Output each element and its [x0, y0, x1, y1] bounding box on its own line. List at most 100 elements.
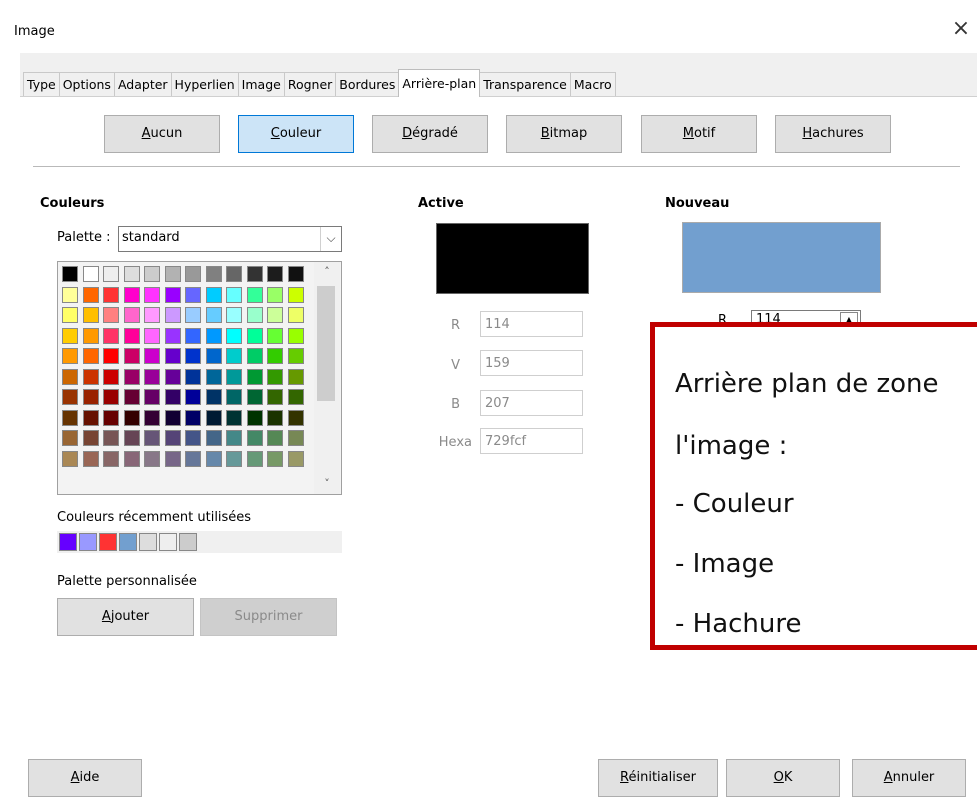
tab-options[interactable]: Options [58, 72, 115, 96]
ok-button[interactable]: OK [726, 759, 840, 797]
palette-swatch[interactable] [62, 430, 78, 446]
palette-swatch[interactable] [123, 430, 140, 446]
palette-swatch[interactable] [103, 307, 119, 323]
palette-swatch[interactable] [164, 307, 181, 323]
palette-swatch[interactable] [267, 286, 283, 303]
palette-swatch[interactable] [185, 430, 201, 446]
palette-swatch[interactable] [205, 307, 222, 323]
color-button[interactable]: Couleur [238, 115, 354, 153]
palette-swatch[interactable] [82, 348, 99, 364]
palette-swatch[interactable] [205, 450, 222, 467]
help-button[interactable]: Aide [28, 759, 142, 797]
palette-swatch[interactable] [185, 409, 201, 426]
palette-swatch[interactable] [185, 327, 201, 344]
palette-swatch[interactable] [287, 286, 304, 303]
palette-swatch[interactable] [82, 389, 99, 405]
tab-arriere-plan[interactable]: Arrière-plan [398, 69, 481, 97]
palette-swatch[interactable] [267, 450, 283, 467]
palette-swatch[interactable] [62, 286, 78, 303]
palette-swatch[interactable] [103, 450, 119, 467]
palette-swatch[interactable] [103, 389, 119, 405]
palette-swatch[interactable] [123, 327, 140, 344]
palette-swatch[interactable] [205, 348, 222, 364]
palette-swatch[interactable] [226, 307, 242, 323]
add-button[interactable]: Ajouter [57, 598, 194, 636]
palette-swatch[interactable] [123, 307, 140, 323]
scrollbar-thumb[interactable] [317, 286, 335, 401]
palette-swatch[interactable] [267, 368, 283, 385]
palette-swatch[interactable] [62, 450, 78, 467]
palette-swatch[interactable] [287, 368, 304, 385]
palette-swatch[interactable] [205, 266, 222, 282]
palette-swatch[interactable] [287, 430, 304, 446]
palette-swatch[interactable] [287, 409, 304, 426]
palette-swatch[interactable] [144, 368, 160, 385]
palette-swatch[interactable] [144, 409, 160, 426]
recent-color-swatch[interactable] [139, 533, 157, 551]
palette-swatch[interactable] [267, 327, 283, 344]
palette-swatch[interactable] [82, 286, 99, 303]
palette-swatch[interactable] [82, 450, 99, 467]
recent-color-swatch[interactable] [79, 533, 97, 551]
palette-swatch[interactable] [144, 266, 160, 282]
tab-bordures[interactable]: Bordures [335, 72, 400, 96]
palette-swatch[interactable] [205, 286, 222, 303]
palette-swatch[interactable] [185, 450, 201, 467]
palette-swatch[interactable] [62, 368, 78, 385]
palette-swatch[interactable] [164, 450, 181, 467]
hatch-button[interactable]: Hachures [775, 115, 891, 153]
recent-color-swatch[interactable] [119, 533, 137, 551]
recent-color-swatch[interactable] [159, 533, 177, 551]
palette-swatch[interactable] [62, 307, 78, 323]
palette-swatch[interactable] [82, 430, 99, 446]
palette-swatch[interactable] [267, 389, 283, 405]
gradient-button[interactable]: Dégradé [372, 115, 488, 153]
palette-swatch[interactable] [267, 266, 283, 282]
palette-swatch[interactable] [123, 368, 140, 385]
palette-swatch[interactable] [205, 430, 222, 446]
palette-swatch[interactable] [103, 266, 119, 282]
palette-swatch[interactable] [123, 409, 140, 426]
palette-swatch[interactable] [226, 450, 242, 467]
palette-swatch[interactable] [62, 266, 78, 282]
palette-swatch[interactable] [287, 389, 304, 405]
palette-swatch[interactable] [164, 348, 181, 364]
palette-swatch[interactable] [82, 266, 99, 282]
palette-swatch[interactable] [164, 430, 181, 446]
palette-swatch[interactable] [226, 348, 242, 364]
palette-swatch[interactable] [185, 307, 201, 323]
palette-swatch[interactable] [246, 286, 263, 303]
recent-color-swatch[interactable] [179, 533, 197, 551]
palette-swatch[interactable] [103, 368, 119, 385]
palette-swatch[interactable] [287, 450, 304, 467]
palette-swatch[interactable] [226, 409, 242, 426]
palette-swatch[interactable] [62, 389, 78, 405]
palette-swatch[interactable] [226, 327, 242, 344]
palette-swatch[interactable] [123, 348, 140, 364]
close-icon[interactable]: × [949, 18, 973, 42]
palette-swatch[interactable] [144, 307, 160, 323]
palette-swatch[interactable] [226, 430, 242, 446]
recent-color-swatch[interactable] [99, 533, 117, 551]
palette-swatch[interactable] [226, 389, 242, 405]
none-button[interactable]: Aucun [104, 115, 220, 153]
palette-swatch[interactable] [246, 450, 263, 467]
chevron-down-icon[interactable]: ˅ [314, 474, 340, 494]
palette-swatch[interactable] [103, 327, 119, 344]
palette-swatch[interactable] [123, 286, 140, 303]
palette-swatch[interactable] [205, 368, 222, 385]
palette-swatch[interactable] [267, 307, 283, 323]
palette-swatch[interactable] [144, 389, 160, 405]
palette-swatch[interactable] [144, 327, 160, 344]
palette-swatch[interactable] [123, 389, 140, 405]
palette-swatch[interactable] [103, 348, 119, 364]
palette-swatch[interactable] [267, 430, 283, 446]
tab-transparence[interactable]: Transparence [479, 72, 571, 96]
palette-swatch[interactable] [226, 368, 242, 385]
palette-swatch[interactable] [144, 430, 160, 446]
palette-swatch[interactable] [103, 409, 119, 426]
cancel-button[interactable]: Annuler [852, 759, 966, 797]
palette-swatch[interactable] [144, 286, 160, 303]
palette-select[interactable]: standard ⌵ [118, 226, 342, 252]
tab-hyperlien[interactable]: Hyperlien [170, 72, 239, 96]
